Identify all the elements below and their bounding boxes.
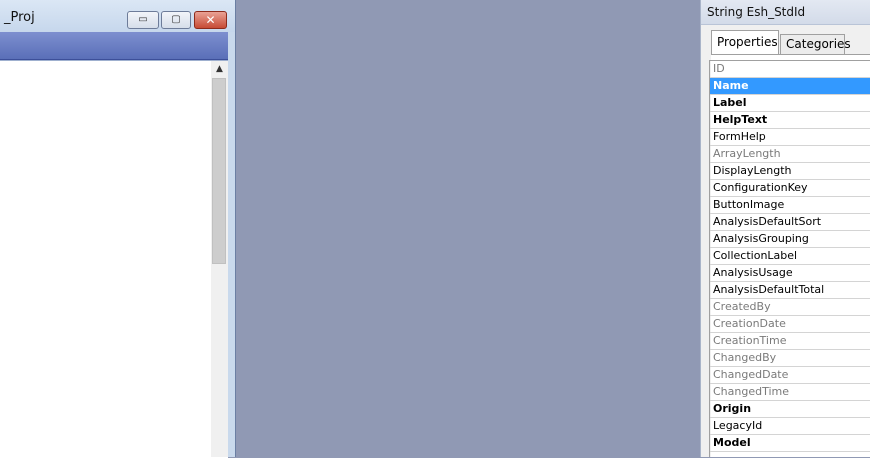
property-row[interactable]: CreationDate bbox=[710, 316, 870, 333]
tab-categories[interactable]: Categories bbox=[780, 34, 851, 54]
tab-categories-label: Categories bbox=[786, 37, 851, 51]
maximize-button[interactable]: ▢ bbox=[161, 11, 191, 29]
property-row[interactable]: Label bbox=[710, 95, 870, 112]
property-row[interactable]: AnalysisGrouping bbox=[710, 231, 870, 248]
project-tree-area[interactable] bbox=[0, 60, 228, 458]
tab-properties-label: Properties bbox=[717, 35, 778, 49]
project-window-titlebar[interactable]: _Proj ▭ ▢ ✕ bbox=[0, 0, 235, 32]
property-row[interactable]: CollectionLabel bbox=[710, 248, 870, 265]
properties-window: String Esh_StdId Properties Categories I… bbox=[700, 0, 870, 457]
property-row[interactable]: AnalysisUsage bbox=[710, 265, 870, 282]
close-button[interactable]: ✕ bbox=[194, 11, 227, 29]
scrollbar-thumb[interactable] bbox=[212, 78, 226, 264]
property-row[interactable]: LegacyId bbox=[710, 418, 870, 435]
properties-window-title: String Esh_StdId bbox=[707, 5, 806, 19]
property-row[interactable]: ID bbox=[710, 61, 870, 78]
property-row[interactable]: DisplayLength bbox=[710, 163, 870, 180]
property-grid: ID Name Label HelpText FormHelp ArrayLength Di… bbox=[709, 60, 870, 457]
property-row[interactable]: ButtonImage bbox=[710, 197, 870, 214]
property-row[interactable]: AnalysisDefaultSort bbox=[710, 214, 870, 231]
property-row[interactable]: Model bbox=[710, 435, 870, 452]
project-window-title: _Proj bbox=[4, 10, 35, 25]
property-row[interactable]: HelpText bbox=[710, 112, 870, 129]
vertical-scrollbar[interactable]: ▲ bbox=[211, 61, 228, 457]
project-window-toolbar bbox=[0, 32, 228, 60]
property-row[interactable]: ConfigurationKey bbox=[710, 180, 870, 197]
scroll-up-arrow-icon[interactable]: ▲ bbox=[211, 61, 228, 78]
close-icon: ✕ bbox=[205, 13, 216, 27]
property-row[interactable]: ChangedBy bbox=[710, 350, 870, 367]
tab-properties[interactable]: Properties bbox=[711, 30, 779, 54]
properties-window-titlebar[interactable]: String Esh_StdId bbox=[701, 0, 870, 25]
property-row[interactable]: FormHelp bbox=[710, 129, 870, 146]
maximize-icon: ▢ bbox=[171, 14, 181, 25]
property-row[interactable]: ChangedDate bbox=[710, 367, 870, 384]
property-row[interactable]: Name bbox=[710, 78, 870, 95]
property-row[interactable]: Origin bbox=[710, 401, 870, 418]
project-window: _Proj ▭ ▢ ✕ ▲ bbox=[0, 0, 236, 458]
property-row[interactable]: CreatedBy bbox=[710, 299, 870, 316]
minimize-icon: ▭ bbox=[138, 14, 148, 25]
minimize-button[interactable]: ▭ bbox=[127, 11, 159, 29]
property-row[interactable]: ChangedTime bbox=[710, 384, 870, 401]
property-row[interactable]: CreationTime bbox=[710, 333, 870, 350]
property-row[interactable]: ArrayLength bbox=[710, 146, 870, 163]
property-row[interactable]: AnalysisDefaultTotal bbox=[710, 282, 870, 299]
